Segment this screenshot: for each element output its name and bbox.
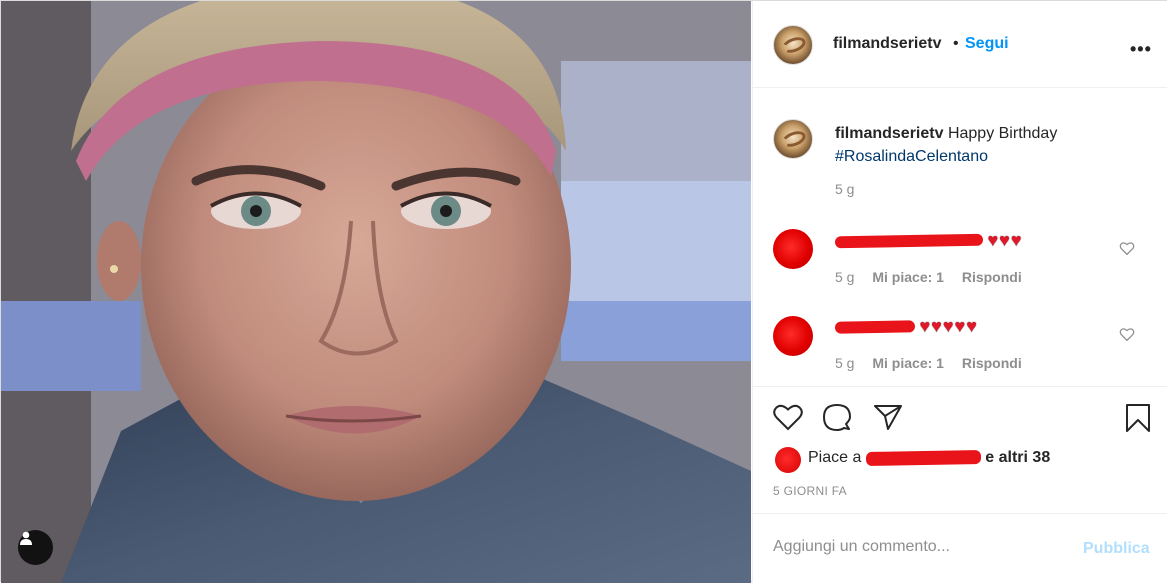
tagged-users-button[interactable] xyxy=(18,530,53,565)
action-bar xyxy=(753,386,1167,446)
redacted-username xyxy=(834,233,984,248)
like-heart-icon[interactable] xyxy=(773,403,803,431)
comment-item: ♥♥♥ 5 g Mi piace: 1 Rispondi xyxy=(753,226,1167,296)
user-icon xyxy=(20,531,32,545)
comment-likes-count[interactable]: Mi piace: 1 xyxy=(872,269,944,285)
comment-meta: 5 g Mi piace: 1 Rispondi xyxy=(835,355,1036,371)
separator-dot: • xyxy=(953,35,959,52)
publish-button[interactable]: Pubblica xyxy=(1083,540,1150,558)
caption: filmandserietv Happy Birthday #Rosalinda… xyxy=(835,122,1135,168)
more-options-icon[interactable]: ••• xyxy=(1130,39,1152,60)
post-photo[interactable] xyxy=(1,1,751,583)
save-bookmark-icon[interactable] xyxy=(1125,403,1151,433)
add-comment-input[interactable] xyxy=(773,538,1063,556)
likes-prefix: Piace a xyxy=(808,449,862,466)
comment-text: ♥♥♥ xyxy=(834,230,1023,252)
post-timestamp[interactable]: 5 GIORNI FA xyxy=(773,484,847,498)
header-username[interactable]: filmandserietv xyxy=(833,35,941,53)
follow-button[interactable]: Segui xyxy=(965,35,1009,53)
comment-meta: 5 g Mi piace: 1 Rispondi xyxy=(835,269,1036,285)
add-comment-bar: Pubblica xyxy=(753,513,1167,583)
likes-text: Piace a e altri 38 xyxy=(808,449,1050,467)
caption-time: 5 g xyxy=(835,181,855,197)
comment-item: ♥♥♥♥♥ 5 g Mi piace: 1 Rispondi xyxy=(753,313,1167,383)
comment-time: 5 g xyxy=(835,269,855,285)
comment-like-heart-icon[interactable] xyxy=(1119,327,1135,341)
comment-likes-count[interactable]: Mi piace: 1 xyxy=(872,355,944,371)
likes-others-link[interactable]: e altri 38 xyxy=(985,449,1050,466)
redacted-username xyxy=(834,319,916,334)
comment-text: ♥♥♥♥♥ xyxy=(834,316,978,338)
comment-time: 5 g xyxy=(835,355,855,371)
comment-like-heart-icon[interactable] xyxy=(1119,241,1135,255)
comment-avatar-redacted[interactable] xyxy=(773,316,813,356)
heart-emojis: ♥♥♥♥♥ xyxy=(919,316,978,336)
post-sidebar: filmandserietv • Segui ••• filmandseriet… xyxy=(752,1,1167,583)
comment-avatar-redacted[interactable] xyxy=(773,229,813,269)
reply-button[interactable]: Rispondi xyxy=(962,355,1022,371)
caption-avatar[interactable] xyxy=(773,119,813,159)
comment-bubble-icon[interactable] xyxy=(822,403,852,433)
post-header: filmandserietv • Segui ••• xyxy=(753,1,1167,88)
caption-hashtag[interactable]: #RosalindaCelentano xyxy=(835,148,988,165)
share-direct-icon[interactable] xyxy=(873,403,903,431)
caption-text: Happy Birthday xyxy=(947,125,1058,142)
redacted-liker-name xyxy=(865,449,981,466)
instagram-post-window: filmandserietv • Segui ••• filmandseriet… xyxy=(0,0,1167,583)
profile-avatar[interactable] xyxy=(773,25,813,65)
portrait-image xyxy=(1,1,751,583)
caption-username[interactable]: filmandserietv xyxy=(835,125,943,142)
liker-avatar-redacted[interactable] xyxy=(775,447,801,473)
reply-button[interactable]: Rispondi xyxy=(962,269,1022,285)
heart-emojis: ♥♥♥ xyxy=(987,230,1023,250)
